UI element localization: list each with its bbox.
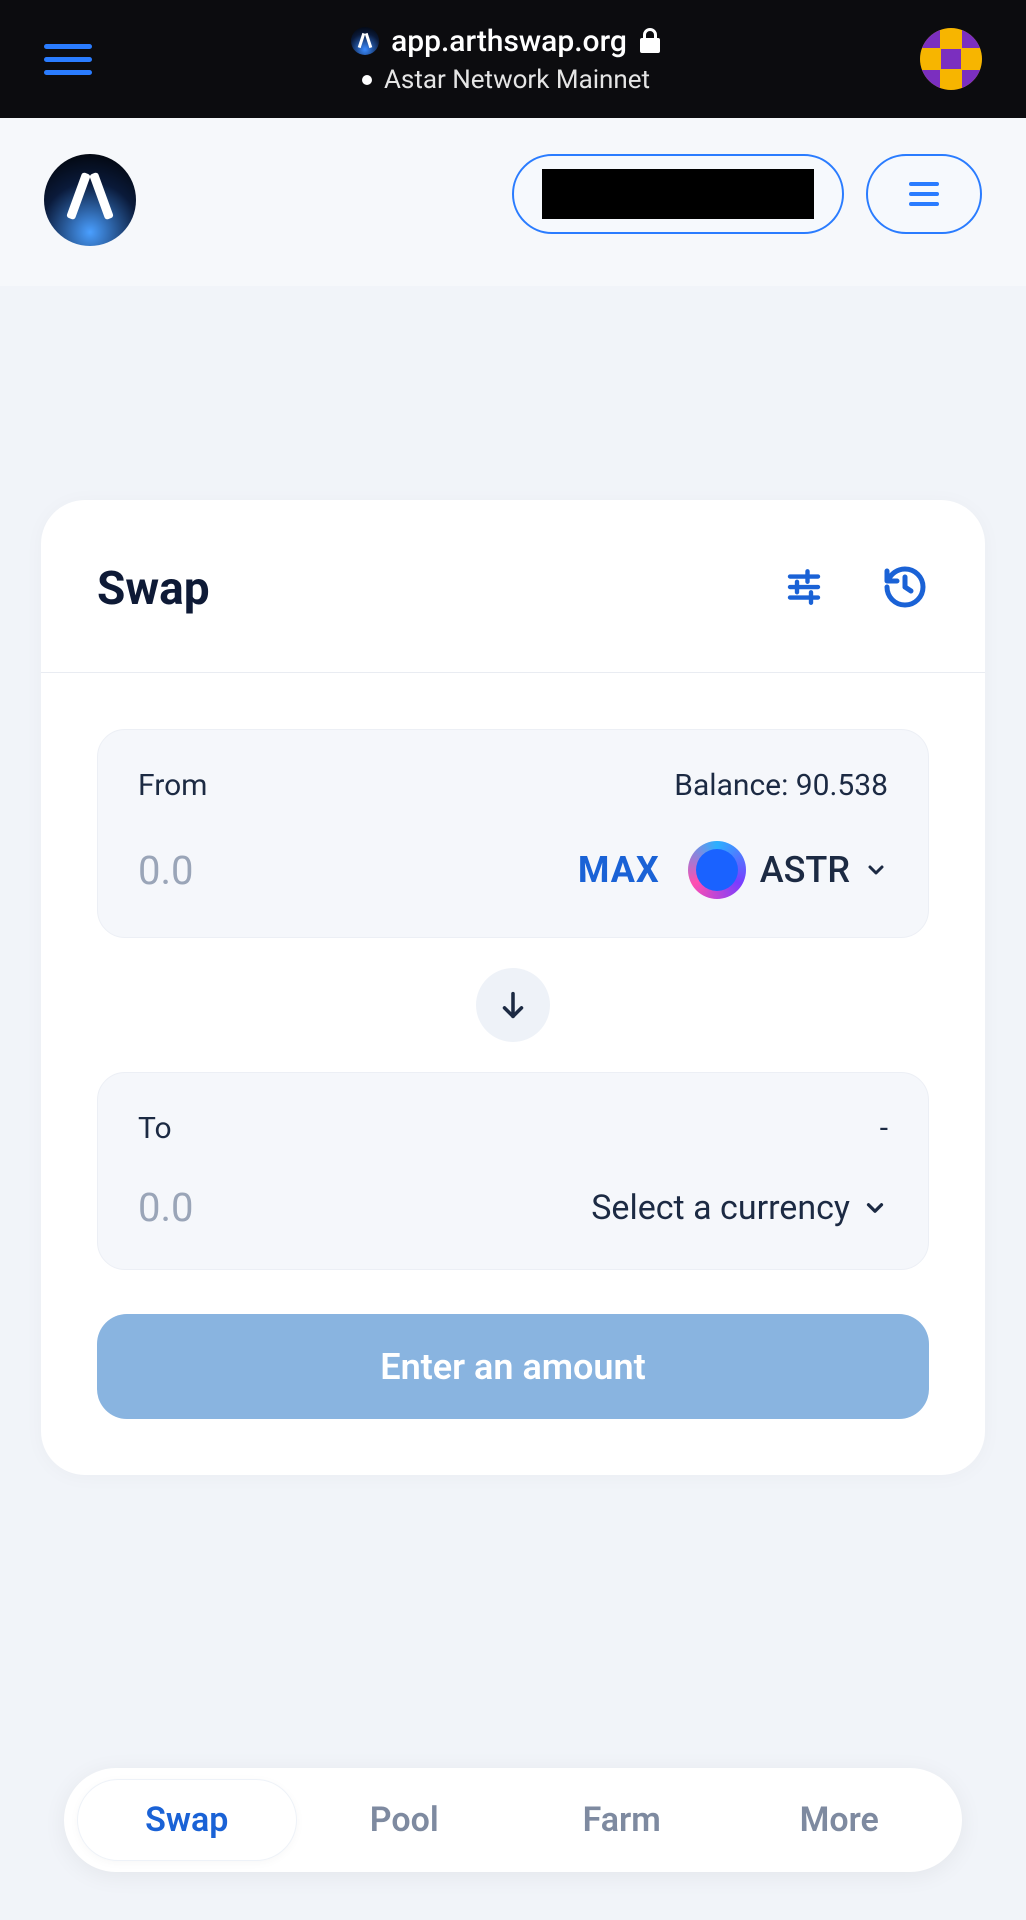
swap-action-button[interactable]: Enter an amount	[97, 1314, 929, 1419]
app-topnav	[0, 118, 1026, 286]
browser-bar: app.arthswap.org Astar Network Mainnet	[0, 0, 1026, 118]
swap-title: Swap	[97, 562, 210, 616]
lock-icon	[639, 28, 661, 54]
from-token-name: ASTR	[760, 849, 850, 891]
swap-from-box: From Balance: 90.538 MAX ASTR	[97, 729, 929, 938]
browser-profile-avatar[interactable]	[920, 28, 982, 90]
browser-menu-icon[interactable]	[44, 44, 92, 75]
network-label: Astar Network Mainnet	[384, 65, 650, 95]
settings-button[interactable]	[783, 566, 825, 612]
astr-token-icon	[688, 841, 746, 899]
to-balance: -	[880, 1111, 888, 1146]
site-favicon-icon	[351, 27, 379, 55]
history-button[interactable]	[881, 563, 929, 615]
chevron-down-icon	[862, 1195, 888, 1221]
select-currency-label: Select a currency	[591, 1188, 850, 1228]
swap-card: Swap From Balance: 90.538 MAX ASTR	[41, 500, 985, 1475]
bottom-tab-bar: Swap Pool Farm More	[64, 1768, 962, 1872]
to-amount-input[interactable]	[138, 1184, 338, 1231]
from-balance: Balance: 90.538	[674, 768, 888, 803]
to-label: To	[138, 1111, 172, 1146]
history-icon	[881, 563, 929, 611]
tab-farm[interactable]: Farm	[513, 1780, 731, 1860]
browser-address-area[interactable]: app.arthswap.org Astar Network Mainnet	[92, 24, 920, 95]
swap-action-label: Enter an amount	[380, 1346, 645, 1388]
tab-swap[interactable]: Swap	[78, 1780, 296, 1860]
app-menu-button[interactable]	[866, 154, 982, 234]
from-amount-input[interactable]	[138, 847, 338, 894]
swap-direction-button[interactable]	[476, 968, 550, 1042]
tab-pool[interactable]: Pool	[296, 1780, 514, 1860]
wallet-address-button[interactable]	[512, 154, 844, 234]
network-status-dot-icon	[362, 75, 372, 85]
from-token-select[interactable]: ASTR	[688, 841, 888, 899]
wallet-address-redacted	[542, 169, 814, 219]
arrow-down-icon	[496, 988, 530, 1022]
max-button[interactable]: MAX	[578, 849, 660, 891]
tab-more[interactable]: More	[731, 1780, 949, 1860]
app-logo-icon[interactable]	[44, 154, 136, 246]
chevron-down-icon	[864, 858, 888, 882]
from-label: From	[138, 768, 208, 803]
swap-card-header: Swap	[41, 500, 985, 673]
sliders-icon	[783, 566, 825, 608]
hamburger-icon	[909, 182, 939, 206]
to-token-select[interactable]: Select a currency	[591, 1188, 888, 1228]
swap-to-box: To - Select a currency	[97, 1072, 929, 1270]
browser-url: app.arthswap.org	[391, 24, 627, 59]
